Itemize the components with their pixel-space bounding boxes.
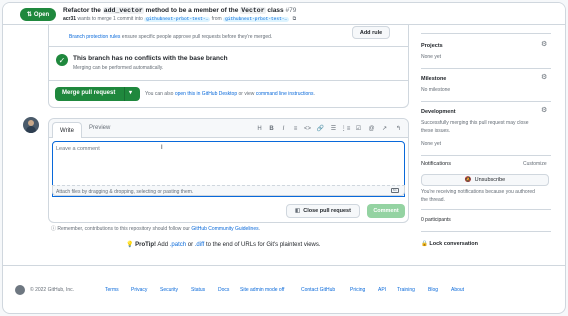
- tab-preview[interactable]: Preview: [89, 125, 110, 131]
- no-conflicts-subtitle: Merging can be performed automatically.: [73, 65, 164, 71]
- comment-button[interactable]: Comment: [367, 204, 405, 218]
- sidebar-development-heading[interactable]: Development: [421, 109, 456, 115]
- footer-link-about[interactable]: About: [451, 287, 464, 293]
- projects-gear-icon[interactable]: ⚙: [541, 40, 547, 48]
- heading-icon[interactable]: H: [255, 124, 264, 133]
- divider: [49, 80, 408, 81]
- sticky-header: ⇅ Open Refactor the add_vector method to…: [3, 3, 565, 25]
- head-branch[interactable]: githubnext-prbot-test-…: [223, 17, 290, 22]
- reply-icon[interactable]: ↰: [394, 124, 403, 133]
- contribution-note: ⓘ Remember, contributions to this reposi…: [51, 226, 260, 232]
- attach-files-text: Attach files by dragging & dropping, sel…: [56, 188, 194, 195]
- footer-link-status[interactable]: Status: [191, 287, 205, 293]
- comment-placeholder: Leave a comment: [56, 146, 100, 152]
- ordered-list-icon[interactable]: ⋮≡: [341, 124, 351, 133]
- bell-slash-icon: 🔕: [464, 177, 472, 183]
- task-list-icon[interactable]: ☑: [354, 124, 363, 133]
- pr-open-icon: ⇅: [26, 12, 32, 18]
- lock-icon: 🔒: [421, 241, 428, 247]
- diff-link[interactable]: .diff: [195, 242, 205, 248]
- text-cursor-icon: I: [161, 145, 163, 151]
- info-icon: ⓘ: [51, 226, 57, 232]
- customize-link[interactable]: Customize: [523, 161, 547, 167]
- mention-icon[interactable]: @: [367, 124, 376, 133]
- branch-protection-note: Branch protection rules ensure specific …: [69, 34, 273, 40]
- reference-icon[interactable]: ↗: [380, 124, 389, 133]
- lightbulb-icon: 💡: [126, 242, 134, 248]
- sidebar-milestone-heading[interactable]: Milestone: [421, 76, 446, 82]
- community-guidelines-link[interactable]: GitHub Community Guidelines: [191, 226, 258, 232]
- divider: [49, 46, 408, 47]
- code-icon[interactable]: <>: [303, 124, 312, 133]
- cli-instructions-link[interactable]: command line instructions: [256, 91, 314, 97]
- sidebar-milestone-value: No milestone: [421, 87, 451, 93]
- footer-link-site-admin[interactable]: Site admin mode off: [240, 287, 284, 293]
- close-pr-icon: ◧: [295, 208, 301, 214]
- merge-dropdown-caret-icon[interactable]: ▾: [129, 89, 132, 96]
- link-icon[interactable]: 🔗: [316, 124, 325, 133]
- open-desktop-link[interactable]: open this in GitHub Desktop: [175, 91, 237, 97]
- sidebar-divider: [421, 68, 551, 69]
- branch-protection-link[interactable]: Branch protection rules: [69, 34, 120, 40]
- footer-link-terms[interactable]: Terms: [105, 287, 119, 293]
- lock-conversation-link[interactable]: 🔒 Lock conversation: [421, 241, 478, 247]
- sidebar-divider: [421, 231, 551, 232]
- footer-link-pricing[interactable]: Pricing: [350, 287, 365, 293]
- sidebar-divider: [421, 101, 551, 102]
- github-logo-icon[interactable]: [15, 285, 25, 295]
- base-branch[interactable]: githubnext-prbot-test-…: [144, 17, 211, 22]
- notification-reason: You're receiving notifications because y…: [421, 189, 535, 195]
- sidebar-projects-heading[interactable]: Projects: [421, 43, 443, 49]
- milestone-gear-icon[interactable]: ⚙: [541, 73, 547, 81]
- italic-icon[interactable]: I: [279, 124, 288, 133]
- development-gear-icon[interactable]: ⚙: [541, 106, 547, 114]
- footer-divider: [3, 265, 565, 266]
- patch-link[interactable]: .patch: [170, 242, 186, 248]
- sidebar-development-text-2: these issues.: [421, 128, 451, 134]
- add-rule-button[interactable]: Add rule: [352, 26, 390, 39]
- avatar[interactable]: [23, 117, 39, 133]
- pr-number: #79: [285, 7, 297, 14]
- footer-link-docs[interactable]: Docs: [218, 287, 229, 293]
- sidebar-notifications-heading: Notifications: [421, 161, 451, 167]
- footer-link-privacy[interactable]: Privacy: [131, 287, 147, 293]
- sidebar-development-value: None yet: [421, 141, 442, 147]
- close-pull-request-button[interactable]: ◧ Close pull request: [286, 204, 360, 218]
- status-badge: ⇅ Open: [20, 8, 56, 21]
- protip: 💡 ProTip! Add .patch or .diff to the end…: [126, 242, 321, 248]
- author-link[interactable]: acr31: [63, 16, 76, 22]
- copy-icon[interactable]: ⧉: [293, 16, 297, 22]
- bold-icon[interactable]: B: [267, 124, 276, 133]
- composer-tabbar: Write Preview H B I ≡ <> 🔗 ☰ ⋮≡ ☑ @ ↗ ↰: [49, 119, 408, 138]
- notification-reason-2: the thread.: [421, 197, 445, 203]
- footer-link-contact[interactable]: Contact GitHub: [301, 287, 335, 293]
- footer-link-blog[interactable]: Blog: [428, 287, 438, 293]
- sidebar-projects-value: None yet: [421, 54, 442, 60]
- merge-alternatives: You can also open this in GitHub Desktop…: [145, 91, 315, 97]
- unordered-list-icon[interactable]: ☰: [329, 124, 338, 133]
- participants-count: 0 participants: [421, 217, 451, 223]
- footer-link-security[interactable]: Security: [160, 287, 178, 293]
- check-icon: ✓: [56, 54, 68, 66]
- footer-link-api[interactable]: API: [378, 287, 386, 293]
- tab-write[interactable]: Write: [52, 122, 82, 138]
- no-conflicts-title: This branch has no conflicts with the ba…: [73, 55, 228, 62]
- merge-pull-request-button[interactable]: Merge pull request ▾: [55, 87, 140, 101]
- footer-link-training[interactable]: Training: [397, 287, 415, 293]
- pr-subtitle: acr31 wants to merge 1 commit into githu…: [63, 16, 297, 22]
- markdown-icon[interactable]: M↓: [391, 188, 399, 193]
- attach-files-bar[interactable]: Attach files by dragging & dropping, sel…: [52, 185, 405, 196]
- sidebar-divider: [421, 155, 551, 156]
- footer-copyright: © 2022 GitHub, Inc.: [30, 287, 74, 293]
- quote-icon[interactable]: ≡: [291, 124, 300, 133]
- sidebar-divider: [421, 33, 551, 34]
- pr-title: Refactor the add_vector method to be a m…: [63, 7, 297, 14]
- sidebar-divider: [421, 209, 551, 210]
- sidebar-development-text: Successfully merging this pull request m…: [421, 120, 529, 126]
- merge-box: Branch protection rules ensure specific …: [48, 25, 409, 108]
- page: ⇅ Open Refactor the add_vector method to…: [2, 2, 566, 314]
- unsubscribe-button[interactable]: 🔕 Unsubscribe: [421, 174, 549, 186]
- comment-composer: Write Preview H B I ≡ <> 🔗 ☰ ⋮≡ ☑ @ ↗ ↰ …: [48, 118, 409, 223]
